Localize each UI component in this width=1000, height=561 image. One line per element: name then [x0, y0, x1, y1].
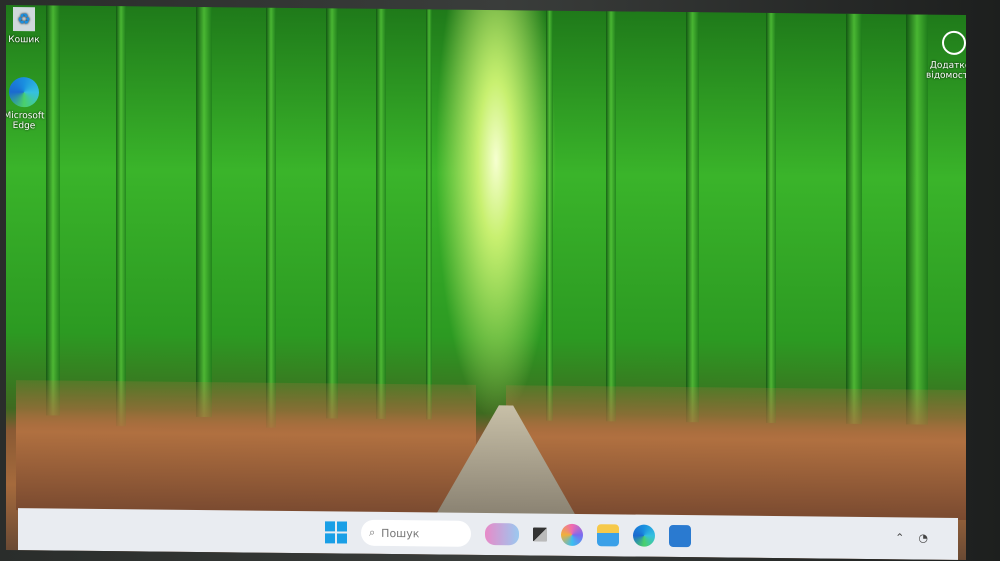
copilot-button[interactable]	[561, 523, 583, 547]
file-explorer-button[interactable]	[597, 524, 619, 547]
store-button[interactable]	[669, 524, 691, 548]
desktop-icon-spotlight-info[interactable]: Додаткові відомості ...	[924, 30, 966, 82]
system-tray[interactable]: ⌃ ◔	[895, 531, 928, 544]
desktop: ♻ Кошик Microsoft Edge Додаткові відомос…	[6, 4, 966, 561]
grass-right	[506, 385, 966, 521]
desktop-icon-recycle-bin[interactable]: ♻ Кошик	[6, 7, 56, 46]
desktop-icon-edge[interactable]: Microsoft Edge	[6, 77, 56, 132]
recycle-bin-icon: ♻	[13, 7, 35, 32]
network-icon[interactable]: ◔	[918, 532, 928, 545]
edge-icon	[9, 77, 39, 108]
icon-label: Додаткові відомості ...	[926, 60, 966, 82]
widgets-button[interactable]	[485, 522, 519, 546]
icon-label: Microsoft Edge	[6, 110, 45, 132]
edge-taskbar-button[interactable]	[633, 524, 655, 547]
start-button[interactable]	[325, 521, 347, 544]
chevron-up-icon[interactable]: ⌃	[895, 531, 904, 544]
search-icon: ⌕	[369, 525, 376, 539]
search-placeholder: Пошук	[381, 526, 420, 540]
search-input[interactable]: ⌕ Пошук	[361, 519, 471, 547]
icon-label: Кошик	[8, 34, 40, 46]
task-view-button[interactable]	[533, 527, 547, 542]
spotlight-icon	[942, 30, 966, 56]
grass-left	[16, 380, 476, 515]
